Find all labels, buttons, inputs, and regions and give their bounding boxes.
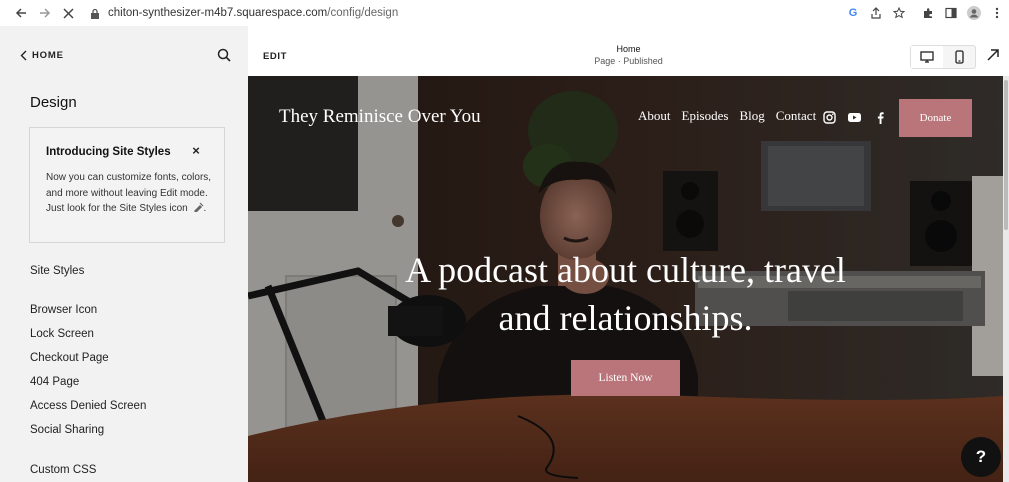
sidebar-item-access-denied[interactable]: Access Denied Screen: [30, 400, 146, 412]
stop-icon[interactable]: [57, 2, 79, 24]
sidebar-item-custom-css[interactable]: Custom CSS: [30, 464, 96, 476]
site-preview[interactable]: They Reminisce Over You About Episodes B…: [248, 76, 1003, 482]
device-view-toggle: [910, 45, 976, 69]
sidebar-item-checkout-page[interactable]: Checkout Page: [30, 352, 109, 364]
editor-toolbar: EDIT Home Page · Published: [248, 37, 1009, 76]
open-external-icon[interactable]: [986, 48, 1002, 64]
browser-toolbar: chiton-synthesizer-m4b7.squarespace.com/…: [0, 0, 1009, 26]
search-icon[interactable]: [217, 48, 233, 64]
lock-icon: [91, 8, 99, 19]
intro-card-body: Now you can customize fonts, colors, and…: [46, 172, 212, 215]
site-styles-icon: [193, 202, 203, 214]
scroll-thumb[interactable]: [1004, 80, 1008, 230]
intro-card-title: Introducing Site Styles: [46, 146, 171, 158]
listen-now-button[interactable]: Listen Now: [571, 360, 680, 396]
design-sidebar: HOME Design Introducing Site Styles × No…: [0, 26, 248, 482]
sidebar-icon[interactable]: [944, 6, 958, 20]
page-status: Page · Published: [594, 56, 663, 66]
nav-contact[interactable]: Contact: [776, 108, 816, 124]
site-styles-intro-card: Introducing Site Styles × Now you can cu…: [29, 127, 225, 243]
profile-icon[interactable]: [967, 6, 981, 20]
google-icon[interactable]: G: [846, 6, 860, 20]
hero-heading: A podcast about culture, travel and rela…: [405, 250, 846, 338]
home-label: HOME: [32, 50, 64, 61]
current-page-title: Home: [616, 44, 641, 54]
preview-scrollbar[interactable]: [1003, 76, 1009, 482]
forward-icon[interactable]: [34, 2, 56, 24]
nav-blog[interactable]: Blog: [739, 108, 764, 124]
home-back-link[interactable]: HOME: [20, 50, 64, 61]
site-nav: About Episodes Blog Contact: [638, 108, 816, 124]
nav-episodes[interactable]: Episodes: [682, 108, 729, 124]
url-text: chiton-synthesizer-m4b7.squarespace.com/…: [108, 7, 399, 19]
sidebar-item-site-styles[interactable]: Site Styles: [30, 265, 84, 277]
close-icon[interactable]: ×: [190, 144, 202, 157]
desktop-view-icon[interactable]: [911, 46, 943, 68]
share-icon[interactable]: [869, 6, 883, 20]
address-bar[interactable]: chiton-synthesizer-m4b7.squarespace.com/…: [84, 2, 1004, 24]
youtube-icon[interactable]: [848, 111, 861, 124]
mobile-view-icon[interactable]: [943, 46, 975, 68]
sidebar-item-social-sharing[interactable]: Social Sharing: [30, 424, 104, 436]
sidebar-item-lock-screen[interactable]: Lock Screen: [30, 328, 94, 340]
more-icon[interactable]: [990, 6, 1004, 20]
nav-about[interactable]: About: [638, 108, 671, 124]
sidebar-item-404-page[interactable]: 404 Page: [30, 376, 79, 388]
extensions-icon[interactable]: [921, 6, 935, 20]
chevron-left-icon: [20, 50, 27, 61]
help-button[interactable]: ?: [961, 437, 1001, 477]
page-title: Design: [30, 94, 77, 111]
site-title[interactable]: They Reminisce Over You: [279, 106, 481, 128]
star-icon[interactable]: [892, 6, 906, 20]
sidebar-item-browser-icon[interactable]: Browser Icon: [30, 304, 97, 316]
instagram-icon[interactable]: [823, 111, 836, 124]
facebook-icon[interactable]: [874, 111, 887, 124]
donate-button[interactable]: Donate: [899, 99, 972, 137]
back-icon[interactable]: [10, 2, 32, 24]
